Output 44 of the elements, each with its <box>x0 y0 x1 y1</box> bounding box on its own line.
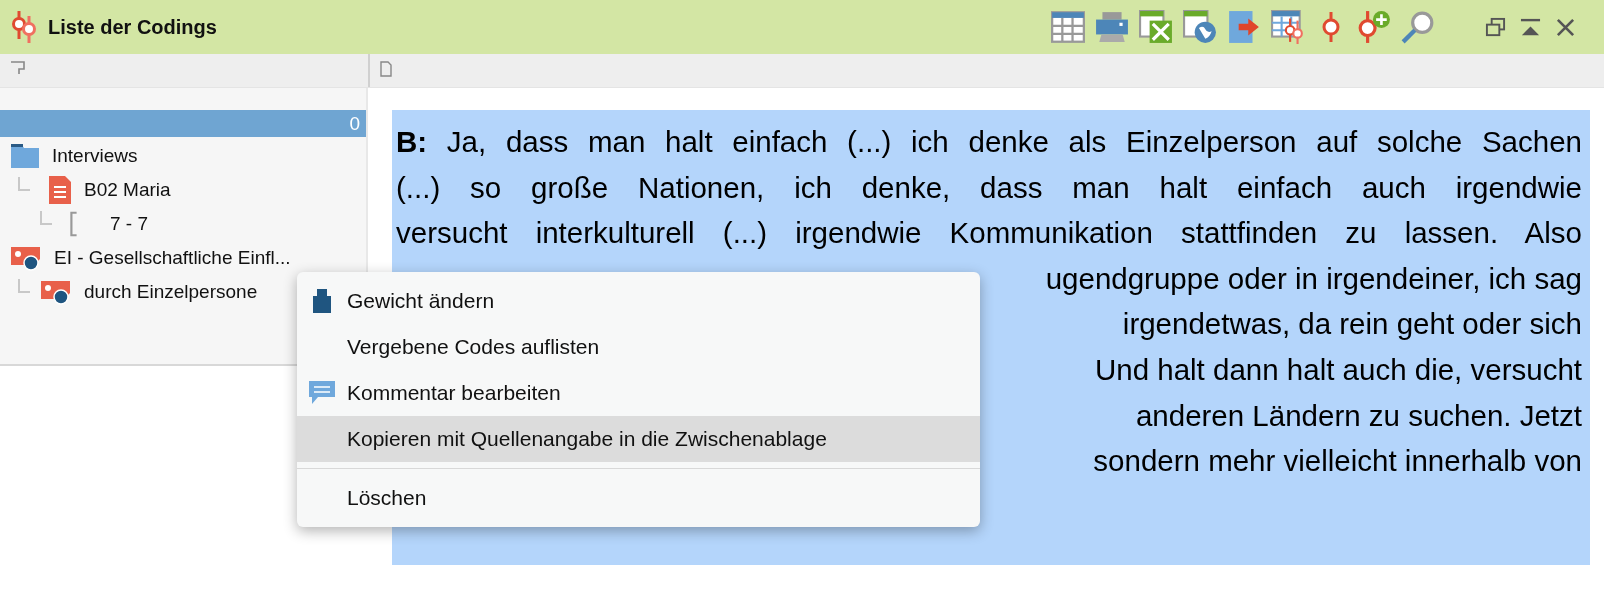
menu-item[interactable]: Gewicht ändern <box>297 278 980 324</box>
document-line: anderen Ländern zu suchen. Jetzt <box>1135 397 1582 434</box>
tree-line <box>18 177 30 191</box>
table-coding-icon[interactable] <box>1271 10 1305 44</box>
tree-line <box>40 211 52 225</box>
coding-icon[interactable] <box>1321 10 1341 44</box>
document-icon <box>48 175 72 205</box>
document-line: ugendgruppe oder in irgendeiner, ich sag <box>1045 260 1582 297</box>
printer-icon[interactable] <box>1095 10 1129 44</box>
table-globe-icon[interactable] <box>1183 10 1217 44</box>
window-title: Liste der Codings <box>48 15 217 39</box>
folder-icon <box>10 143 40 169</box>
bracket-icon <box>68 211 80 237</box>
tree-item[interactable]: B02 Maria <box>84 179 171 201</box>
weight-icon <box>312 288 332 314</box>
tree-item[interactable]: EI - Gesellschaftliche Einfl... <box>54 247 291 269</box>
menu-item[interactable]: Kopieren mit Quellenangabe in die Zwischenablage <box>297 416 980 462</box>
add-coding-icon[interactable] <box>1357 10 1391 44</box>
tree-item[interactable]: Interviews <box>52 145 138 167</box>
document-line: irgendetwas, da rein geht oder sich <box>1122 306 1582 343</box>
menu-item[interactable]: Vergebene Codes auflisten <box>297 324 980 370</box>
tree-line <box>18 279 30 293</box>
comment-icon <box>308 380 336 406</box>
export-arrow-icon[interactable] <box>1227 10 1261 44</box>
close-icon[interactable] <box>1555 16 1576 38</box>
document-line: (...) so große Nationen, ich denke, dass man halt einfach auch irgendwie <box>396 169 1582 206</box>
restore-icon[interactable] <box>1485 16 1506 38</box>
document-line: Und halt dann halt auch die, versucht <box>1094 351 1582 388</box>
document-icon <box>378 61 394 77</box>
menu-item[interactable]: Löschen <box>297 475 980 521</box>
document-line: B: Ja, dass man halt einfach (...) ich denke als Einzelperson auf solche Sachen <box>396 124 1582 160</box>
table-cross-icon[interactable] <box>1139 10 1173 44</box>
search-icon[interactable] <box>1401 10 1435 44</box>
tree-item[interactable]: durch Einzelpersone <box>84 281 258 303</box>
collapse-icon[interactable] <box>1520 16 1541 38</box>
table-icon[interactable] <box>1051 10 1085 44</box>
menu-item[interactable]: Kommentar bearbeiten <box>297 370 980 416</box>
document-line: sondern mehr vielleicht innerhalb von <box>1093 443 1582 480</box>
document-line: versucht interkulturell (...) irgendwie Kommunikation stattfinden zu lassen. Also <box>396 215 1582 252</box>
coding-icon <box>12 10 38 44</box>
code-tag-icon <box>10 244 42 272</box>
code-tag-icon <box>40 278 72 306</box>
count-label: 0 <box>349 112 360 135</box>
tree-item[interactable]: 7 - 7 <box>110 213 149 235</box>
